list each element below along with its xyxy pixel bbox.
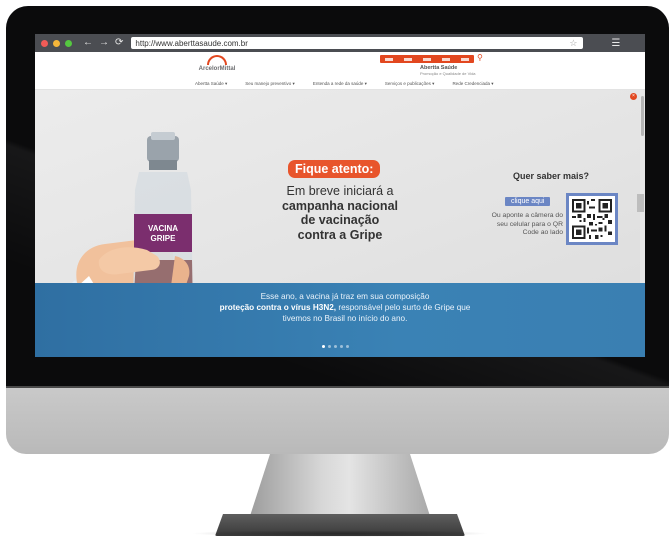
monitor-shadow — [190, 530, 490, 537]
menu-item-servicos[interactable]: Serviços e publicações ▾ — [385, 81, 435, 87]
vial-label-line-2: GRIPE — [151, 234, 177, 243]
browser-window: ← → ⟳ http://www.aberttasaude.com.br ☆ ☰… — [35, 34, 645, 357]
learn-more-title: Quer saber mais? — [513, 171, 590, 181]
info-band-highlight: proteção contra o vírus H3N2, — [219, 303, 337, 312]
info-band: Esse ano, a vacina já traz em sua compos… — [35, 283, 645, 357]
headline-line-1: Em breve iniciará a — [286, 184, 394, 198]
monitor-mockup: ← → ⟳ http://www.aberttasaude.com.br ☆ ☰… — [0, 0, 669, 537]
forward-arrow-icon[interactable]: → — [99, 38, 109, 48]
util-link[interactable] — [422, 57, 431, 61]
reload-icon[interactable]: ⟳ — [115, 38, 123, 48]
headline-line-4: contra a Gripe — [297, 227, 383, 242]
info-band-intro: Esse ano, a vacina já traz em sua compos… — [260, 292, 430, 301]
back-arrow-icon[interactable]: ← — [83, 38, 93, 48]
menu-item-rede-saude[interactable]: Entenda a rede da saúde ▾ — [313, 81, 367, 87]
menu-item-manejo-preventivo[interactable]: Seu manejo preventivo ▾ — [245, 81, 295, 87]
browser-toolbar: ← → ⟳ http://www.aberttasaude.com.br ☆ ☰ — [35, 34, 645, 52]
carousel-dot[interactable] — [322, 345, 325, 348]
info-band-text: Esse ano, a vacina já traz em sua compos… — [215, 291, 475, 324]
carousel-dot[interactable] — [334, 345, 337, 348]
bookmark-star-icon[interactable]: ☆ — [569, 38, 577, 49]
site-search-icon[interactable]: ⚲ — [477, 53, 483, 62]
qr-code[interactable] — [566, 193, 618, 245]
menu-item-rede-credenciada[interactable]: Rede Credenciada ▾ — [452, 81, 493, 87]
util-link[interactable] — [441, 57, 450, 61]
util-link[interactable] — [385, 57, 394, 61]
browser-menu-icon[interactable]: ☰ — [611, 38, 620, 49]
campaign-headline: Em breve iniciará a campanha nacional de… — [265, 184, 415, 242]
close-icon[interactable]: × — [630, 93, 637, 100]
carousel-dot[interactable] — [340, 345, 343, 348]
carousel-pagination — [322, 345, 349, 348]
util-link[interactable] — [460, 57, 469, 61]
attention-badge: Fique atento: — [288, 160, 381, 178]
hero-banner[interactable]: × VACINA GRIPE Fique atento: Em breve in… — [35, 90, 645, 357]
utility-links-bar[interactable] — [380, 55, 474, 63]
arcelormittal-logo[interactable]: ArcelorMittal — [187, 55, 247, 77]
address-bar-url: http://www.aberttasaude.com.br — [135, 38, 248, 48]
main-menu: Abertta Saúde ▾ Seu manejo preventivo ▾ … — [195, 81, 493, 87]
qr-instructions: Ou aponte a câmera do seu celular para o… — [491, 212, 563, 237]
carousel-dot[interactable] — [328, 345, 331, 348]
maximize-window-button[interactable] — [65, 39, 72, 47]
headline-line-2: campanha nacional — [281, 198, 398, 213]
address-bar[interactable]: http://www.aberttasaude.com.br ☆ — [131, 37, 584, 49]
menu-item-abertta-saude[interactable]: Abertta Saúde ▾ — [195, 81, 227, 87]
vial-label-line-1: VACINA — [148, 224, 178, 233]
logo-arc-icon — [207, 55, 227, 65]
logo-text: ArcelorMittal — [198, 66, 236, 72]
share-side-tab[interactable] — [637, 194, 644, 212]
close-window-button[interactable] — [41, 39, 48, 47]
click-here-button[interactable]: clique aqui — [505, 197, 551, 206]
minimize-window-button[interactable] — [53, 39, 60, 47]
scrollbar-thumb[interactable] — [641, 96, 644, 136]
headline-line-3: de vacinação — [300, 213, 380, 227]
monitor-stand-neck — [250, 454, 430, 516]
util-link[interactable] — [404, 57, 413, 61]
site-header: ArcelorMittal ⚲ Abertta Saúde Promoção e… — [35, 52, 645, 90]
brand-subtitle: Promoção e Qualidade de Vida — [420, 71, 476, 76]
carousel-dot[interactable] — [346, 345, 349, 348]
monitor-chin — [6, 386, 669, 454]
